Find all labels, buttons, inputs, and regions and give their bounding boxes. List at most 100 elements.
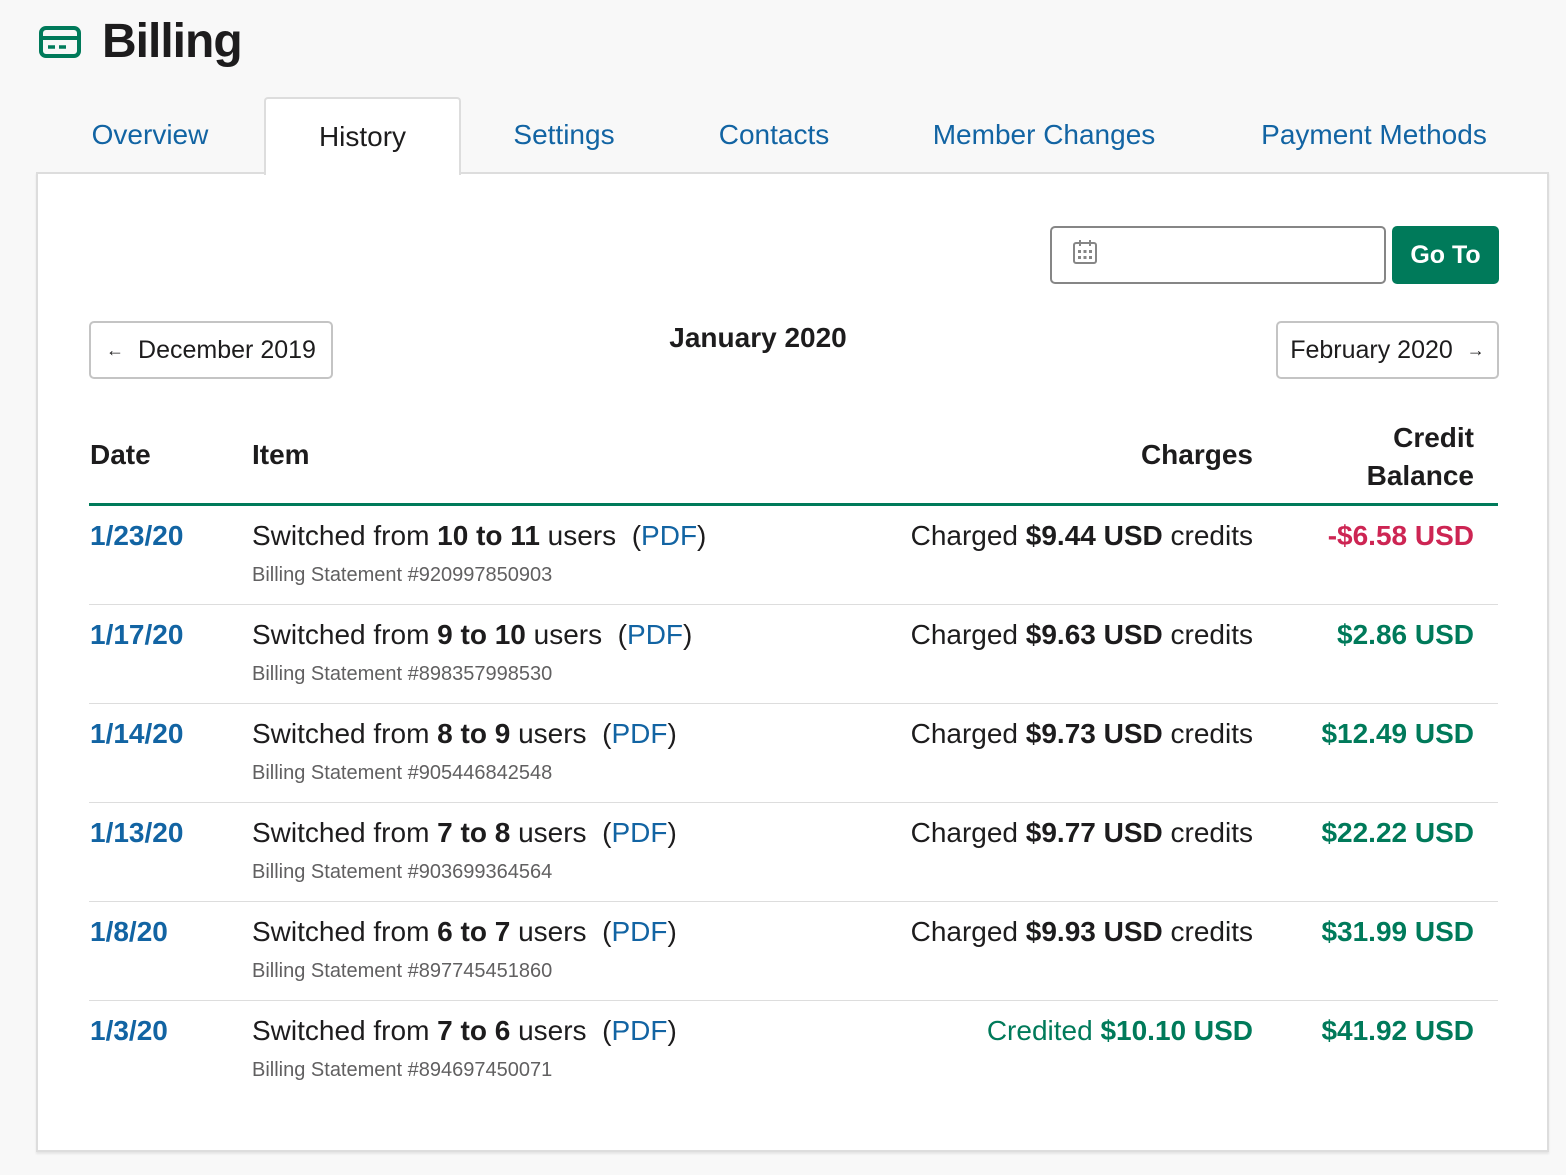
- charge-suffix: credits: [1162, 916, 1253, 947]
- row-credit-balance: $2.86 USD: [1337, 619, 1474, 650]
- billing-tabs: Overview History Settings Contacts Membe…: [38, 97, 1548, 175]
- charge-suffix: credits: [1162, 817, 1253, 848]
- calendar-icon: [1073, 240, 1097, 264]
- charge-word: Charged: [910, 817, 1026, 848]
- date-input[interactable]: [1112, 234, 1372, 276]
- item-prefix: Switched from: [252, 817, 438, 848]
- pdf-paren: (: [586, 817, 612, 848]
- row-date-link[interactable]: 1/14/20: [90, 718, 183, 750]
- column-header-charges: Charges: [1140, 439, 1253, 470]
- charge-word: Charged: [910, 520, 1026, 551]
- pdf-paren: (: [586, 718, 612, 749]
- row-date-link[interactable]: 1/23/20: [90, 520, 183, 552]
- charge-amount: $9.44 USD: [1025, 520, 1163, 551]
- tab-payment-methods[interactable]: Payment Methods: [1236, 97, 1512, 173]
- column-header-item: Item: [252, 439, 310, 470]
- page-title: Billing: [102, 15, 243, 68]
- charge-amount: $9.73 USD: [1025, 718, 1163, 749]
- row-charge: Credited $10.10 USD: [987, 1015, 1253, 1047]
- history-panel: Go To ← December 2019 January 2020 Febru…: [36, 172, 1549, 1152]
- charge-suffix: credits: [1162, 619, 1253, 650]
- tab-contacts[interactable]: Contacts: [688, 97, 860, 173]
- table-row: 1/23/20 Switched from 10 to 11 users (PDF…: [89, 506, 1498, 605]
- table-row: 1/8/20 Switched from 6 to 7 users (PDF) Bi…: [89, 902, 1498, 1001]
- next-month-button[interactable]: February 2020 →: [1276, 321, 1499, 379]
- row-date-link[interactable]: 1/13/20: [90, 817, 183, 849]
- pdf-paren: ): [667, 817, 677, 848]
- pdf-link[interactable]: PDF: [611, 1015, 667, 1046]
- date-picker-field[interactable]: [1050, 226, 1386, 284]
- table-header: Date Item Charges Credit Balance: [89, 419, 1498, 506]
- charge-amount: $9.63 USD: [1025, 619, 1163, 650]
- pdf-paren: (: [586, 916, 612, 947]
- row-credit-balance: $12.49 USD: [1321, 718, 1474, 749]
- previous-month-button[interactable]: ← December 2019: [89, 321, 333, 379]
- column-header-credit-line: Credit: [1393, 422, 1474, 453]
- charge-amount: $10.10 USD: [1100, 1015, 1253, 1046]
- pdf-paren: ): [667, 1015, 677, 1046]
- column-header-date: Date: [90, 439, 151, 470]
- item-prefix: Switched from: [252, 1015, 438, 1046]
- charge-word: Credited: [986, 1015, 1101, 1046]
- pdf-link[interactable]: PDF: [611, 718, 667, 749]
- item-suffix: users: [510, 916, 587, 947]
- tab-history[interactable]: History: [264, 97, 461, 175]
- row-charge: Charged $9.44 USD credits: [911, 520, 1253, 552]
- page-header: Billing: [38, 14, 243, 69]
- charge-suffix: credits: [1162, 718, 1253, 749]
- row-item: Switched from 9 to 10 users (PDF): [252, 619, 692, 651]
- row-date-link[interactable]: 1/17/20: [90, 619, 183, 651]
- table-row: 1/14/20 Switched from 8 to 9 users (PDF) B…: [89, 704, 1498, 803]
- pdf-link[interactable]: PDF: [611, 817, 667, 848]
- pdf-paren: (: [586, 1015, 612, 1046]
- row-item: Switched from 10 to 11 users (PDF): [252, 520, 706, 552]
- pdf-paren: ): [667, 718, 677, 749]
- item-suffix: users: [510, 1015, 587, 1046]
- item-user-change: 7 to 6: [437, 1015, 511, 1046]
- billing-statement-number: Billing Statement #903699364564: [252, 861, 553, 883]
- row-item: Switched from 6 to 7 users (PDF): [252, 916, 677, 948]
- next-month-label: February 2020: [1290, 335, 1453, 364]
- row-charge: Charged $9.93 USD credits: [911, 916, 1253, 948]
- item-prefix: Switched from: [252, 619, 438, 650]
- item-user-change: 9 to 10: [437, 619, 526, 650]
- table-row: 1/3/20 Switched from 7 to 6 users (PDF) Bi…: [89, 1001, 1498, 1100]
- pdf-link[interactable]: PDF: [641, 520, 697, 551]
- current-month-title: January 2020: [669, 322, 847, 353]
- row-item: Switched from 8 to 9 users (PDF): [252, 718, 677, 750]
- table-row: 1/13/20 Switched from 7 to 8 users (PDF) B…: [89, 803, 1498, 902]
- item-suffix: users: [539, 520, 617, 551]
- column-header-credit-balance: Credit Balance: [1367, 419, 1474, 495]
- item-user-change: 6 to 7: [437, 916, 511, 947]
- go-to-button[interactable]: Go To: [1392, 226, 1499, 284]
- pdf-paren: (: [602, 619, 628, 650]
- row-item: Switched from 7 to 8 users (PDF): [252, 817, 677, 849]
- column-header-balance-line: Balance: [1366, 460, 1474, 491]
- charge-word: Charged: [910, 718, 1026, 749]
- pdf-link[interactable]: PDF: [611, 916, 667, 947]
- row-item: Switched from 7 to 6 users (PDF): [252, 1015, 677, 1047]
- charge-word: Charged: [910, 916, 1026, 947]
- pdf-link[interactable]: PDF: [627, 619, 683, 650]
- charge-word: Charged: [910, 619, 1026, 650]
- previous-month-label: December 2019: [138, 335, 316, 364]
- tab-overview[interactable]: Overview: [38, 97, 262, 173]
- pdf-paren: ): [697, 520, 707, 551]
- tab-settings[interactable]: Settings: [484, 97, 644, 173]
- item-suffix: users: [525, 619, 603, 650]
- row-charge: Charged $9.77 USD credits: [911, 817, 1253, 849]
- row-credit-balance: $41.92 USD: [1321, 1015, 1474, 1046]
- billing-statement-number: Billing Statement #897745451860: [252, 960, 553, 982]
- item-user-change: 7 to 8: [437, 817, 511, 848]
- item-prefix: Switched from: [252, 718, 438, 749]
- row-credit-balance: $31.99 USD: [1321, 916, 1474, 947]
- charge-amount: $9.93 USD: [1025, 916, 1163, 947]
- billing-statement-number: Billing Statement #905446842548: [252, 762, 553, 784]
- item-prefix: Switched from: [252, 916, 438, 947]
- tab-member-changes[interactable]: Member Changes: [908, 97, 1180, 173]
- row-credit-balance: -$6.58 USD: [1327, 520, 1474, 551]
- row-date-link[interactable]: 1/8/20: [90, 916, 168, 948]
- charge-amount: $9.77 USD: [1025, 817, 1163, 848]
- row-date-link[interactable]: 1/3/20: [90, 1015, 168, 1047]
- item-user-change: 10 to 11: [437, 520, 540, 551]
